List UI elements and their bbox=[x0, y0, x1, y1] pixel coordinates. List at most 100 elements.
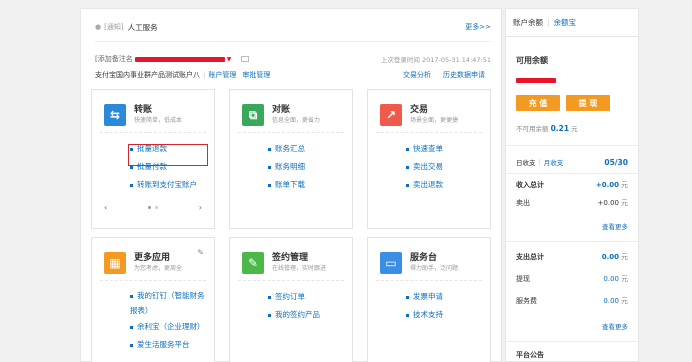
divider bbox=[506, 241, 638, 242]
unit-label: 元 bbox=[621, 275, 628, 283]
divider bbox=[506, 145, 638, 146]
withdraw-row: 提现 0.00 元 bbox=[516, 273, 628, 285]
list-item[interactable]: 爱生活服务平台 bbox=[130, 336, 210, 354]
divider bbox=[100, 132, 206, 133]
list-item[interactable]: 签约订单 bbox=[268, 288, 320, 306]
bullet-icon bbox=[130, 343, 133, 347]
carousel-dots bbox=[148, 205, 158, 209]
chevron-right-icon[interactable]: › bbox=[199, 203, 202, 212]
main-panel: ● [通知] 人工服务 更多>> [添加备注名 ▼ 上次登录时间 2017-05… bbox=[80, 8, 502, 362]
expense-total-label: 支出总计 bbox=[516, 253, 544, 261]
unit-label: 元 bbox=[621, 297, 628, 305]
divider bbox=[506, 341, 638, 342]
reconcile-icon: ⧉ bbox=[242, 104, 264, 126]
income-more-link[interactable]: 查看更多 bbox=[602, 221, 628, 231]
card-title: 服务台 bbox=[410, 253, 438, 263]
window-service-icon: ▭ bbox=[380, 252, 402, 274]
card-reconcile: ⧉ 对账 信息全面，更省力 账务汇总 账务明细 账单下载 bbox=[229, 89, 353, 229]
account-manage-link[interactable]: 账户管理 bbox=[208, 70, 236, 80]
list-item[interactable]: 卖出交易 bbox=[406, 158, 443, 176]
list-item[interactable]: 技术支持 bbox=[406, 306, 443, 324]
bullet-icon bbox=[268, 183, 271, 187]
balance-tabs: 账户余额 | 余额宝 bbox=[506, 9, 638, 37]
frozen-label: 不可用余额 bbox=[516, 125, 549, 133]
unit-label: 元 bbox=[621, 181, 628, 189]
card-icon bbox=[241, 56, 250, 62]
divider bbox=[506, 173, 638, 174]
list-item[interactable]: 转账到支付宝账户 bbox=[130, 176, 197, 194]
chevron-left-icon[interactable]: ‹ bbox=[104, 203, 107, 212]
tab-monthly[interactable]: 月收支 bbox=[544, 157, 564, 167]
list-item[interactable]: 发票申请 bbox=[406, 288, 443, 306]
balance-sidebar: 账户余额 | 余额宝 可用余额 充 值 提 现 不可用余额 0.21 元 日收支… bbox=[505, 8, 639, 362]
expense-total-row: 支出总计 0.00 元 bbox=[516, 251, 628, 263]
redacted-account-id bbox=[134, 56, 225, 62]
grid-apps-icon: ▦ bbox=[104, 252, 126, 274]
bullet-icon bbox=[406, 183, 409, 187]
expense-more-link[interactable]: 查看更多 bbox=[602, 321, 628, 331]
withdraw-button[interactable]: 提 现 bbox=[566, 95, 610, 111]
bullet-icon bbox=[406, 165, 409, 169]
redacted-balance bbox=[516, 78, 556, 83]
list-item[interactable]: 快速查单 bbox=[406, 140, 443, 158]
tab-yuebao[interactable]: 余额宝 bbox=[554, 17, 577, 28]
card-links: 快速查单 卖出交易 卖出退款 bbox=[406, 140, 443, 194]
list-item[interactable]: 余利宝（企业理财） bbox=[130, 318, 210, 336]
card-trade: ↗ 交易 场景全面，更便捷 快速查单 卖出交易 卖出退款 bbox=[367, 89, 491, 229]
bullet-icon bbox=[130, 325, 133, 329]
card-links: 发票申请 技术支持 bbox=[406, 288, 443, 324]
sell-value: +0.00 bbox=[597, 199, 619, 207]
unit-label: 元 bbox=[571, 125, 578, 133]
unit-label: 元 bbox=[621, 253, 628, 261]
account-name: 支付宝国内事业群产品测试账户八 bbox=[95, 71, 200, 79]
card-service-desk: ▭ 服务台 得力助手，泛问题 发票申请 技术支持 bbox=[367, 237, 491, 362]
bullet-icon bbox=[268, 295, 271, 299]
last-login-time: 上次登录时间 2017-05-31 14:47:51 bbox=[380, 56, 491, 64]
account-row: [添加备注名 ▼ 上次登录时间 2017-05-31 14:47:51 bbox=[95, 53, 491, 65]
expense-total-value: 0.00 bbox=[601, 253, 619, 261]
fee-value: 0.00 bbox=[603, 297, 619, 305]
period-date: 05/30 bbox=[604, 157, 628, 167]
card-subtitle: 在线管理，实时跟进 bbox=[272, 265, 327, 272]
notice-bar: ● [通知] 人工服务 更多>> bbox=[95, 20, 491, 34]
trade-analysis-link[interactable]: 交易分析 bbox=[403, 70, 431, 80]
frozen-balance: 不可用余额 0.21 元 bbox=[516, 123, 578, 133]
list-item[interactable]: 卖出退款 bbox=[406, 176, 443, 194]
tab-account-balance[interactable]: 账户余额 bbox=[513, 17, 543, 28]
announcement-row: 平台公告 bbox=[516, 349, 628, 361]
tab-daily[interactable]: 日收支 bbox=[516, 157, 536, 167]
frozen-value: 0.21 bbox=[550, 124, 570, 133]
withdraw-value: 0.00 bbox=[603, 275, 619, 283]
divider bbox=[100, 280, 206, 281]
sell-row: 卖出 +0.00 元 bbox=[516, 197, 628, 209]
list-item[interactable]: 账务明细 bbox=[268, 158, 305, 176]
recharge-button[interactable]: 充 值 bbox=[516, 95, 560, 111]
approval-manage-link[interactable]: 审批管理 bbox=[242, 70, 270, 80]
income-total-label: 收入总计 bbox=[516, 181, 544, 189]
notice-link[interactable]: 人工服务 bbox=[128, 22, 158, 33]
pencil-icon[interactable]: ✎ bbox=[197, 248, 204, 257]
notice-more-link[interactable]: 更多>> bbox=[465, 22, 491, 32]
list-item[interactable]: 我的钉钉（智能财务报表） bbox=[130, 288, 210, 318]
card-title: 更多应用 bbox=[134, 253, 171, 263]
income-total-value: +0.00 bbox=[595, 181, 619, 189]
chevron-down-icon[interactable]: ▼ bbox=[227, 56, 232, 63]
divider bbox=[238, 280, 344, 281]
list-item[interactable]: 账单下载 bbox=[268, 176, 305, 194]
notice-tag: [通知] bbox=[104, 23, 124, 31]
divider: | bbox=[538, 158, 541, 166]
divider: | bbox=[547, 18, 550, 27]
list-item[interactable]: 账务汇总 bbox=[268, 140, 305, 158]
list-item[interactable]: 我的签约产品 bbox=[268, 306, 320, 324]
fee-row: 服务费 0.00 元 bbox=[516, 295, 628, 307]
add-note-label[interactable]: [添加备注名 bbox=[95, 54, 133, 64]
divider bbox=[238, 132, 344, 133]
divider bbox=[95, 41, 491, 42]
card-subtitle: 场景全面，更便捷 bbox=[410, 117, 459, 124]
bullet-icon bbox=[130, 183, 133, 187]
highlight-box bbox=[128, 144, 208, 166]
history-data-link[interactable]: 历史数据申请 bbox=[443, 70, 485, 80]
card-transfer: ⇆ 转账 快速简单，低成本 批量退款 批量付款 转账到支付宝账户 ‹ › bbox=[91, 89, 215, 229]
card-subtitle: 快速简单，低成本 bbox=[134, 117, 183, 124]
carousel-nav: ‹ › bbox=[92, 202, 214, 212]
